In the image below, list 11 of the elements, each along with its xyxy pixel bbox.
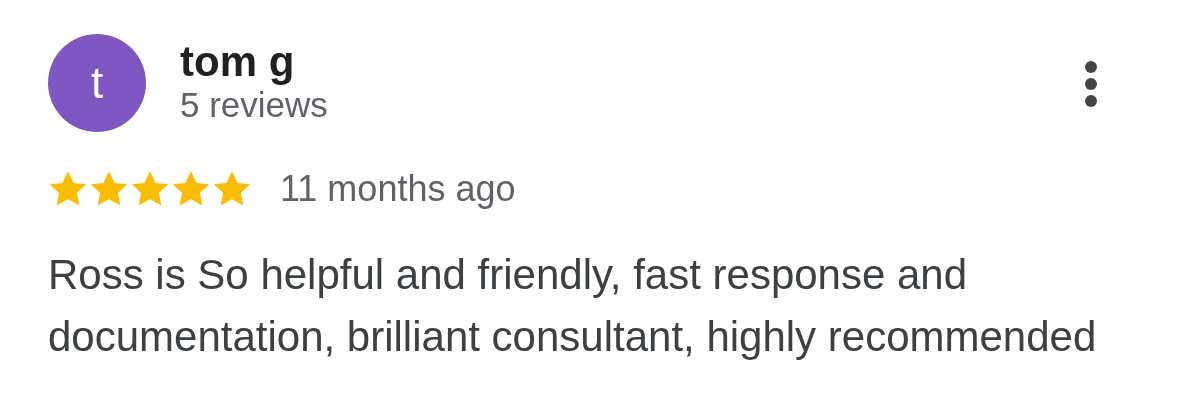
star-icon (48, 170, 88, 208)
star-icon (130, 170, 170, 208)
star-icon (212, 170, 252, 208)
star-icon (89, 170, 129, 208)
more-options-icon[interactable] (1084, 60, 1098, 108)
avatar: t (48, 34, 146, 132)
review-time: 11 months ago (280, 168, 516, 210)
star-icon (171, 170, 211, 208)
review-count: 5 reviews (180, 85, 328, 126)
review-text: Ross is So helpful and friendly, fast response and documentation, brilliant consultant, highly recommended (48, 250, 1098, 362)
author-name: tom g (180, 40, 296, 84)
